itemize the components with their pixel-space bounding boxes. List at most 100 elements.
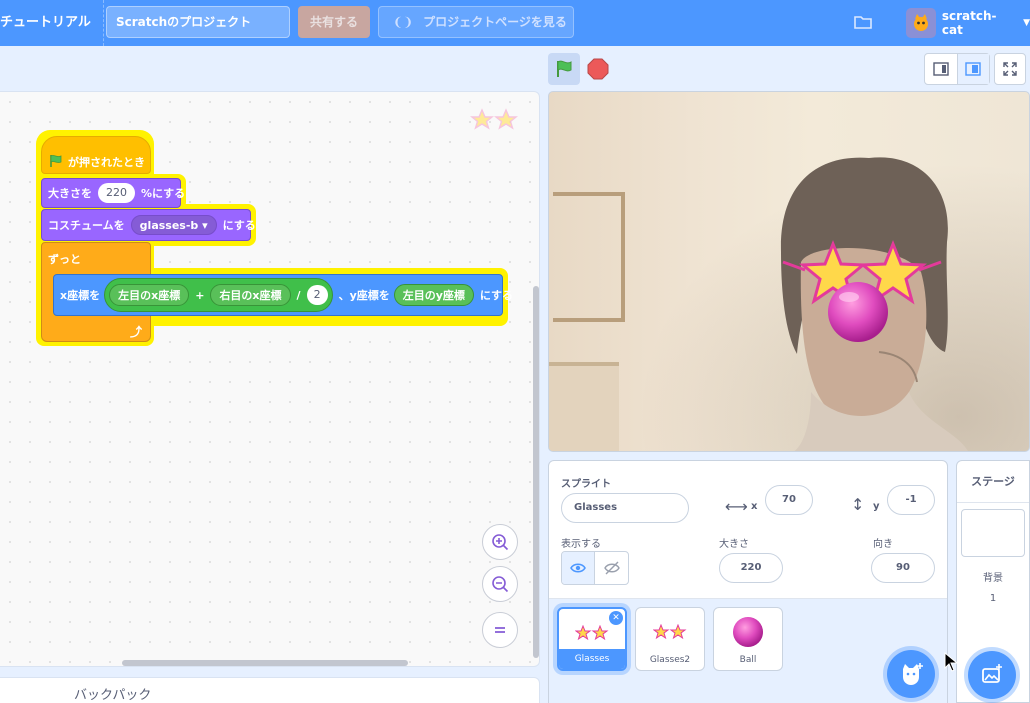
y-arrows-icon: ↕ [851,495,865,514]
forever-label: ずっと [48,253,81,266]
setxy-y-prefix: 、y座標を [338,289,390,302]
eye-icon [570,563,586,573]
eye-off-icon [603,561,620,575]
backdrop-count: 1 [989,593,997,604]
divide-operator-block[interactable]: 左目のx座標 + 右目のx座標 / 2 [104,278,333,312]
sprite-label: スプライト [561,479,611,490]
stage-target-pane[interactable]: ステージ 背景 1 [956,460,1030,703]
project-page-button[interactable]: ❨❩ プロジェクトページを見る [378,6,574,38]
x-input[interactable]: 70 [765,485,813,515]
sprite-list: ✕ Glasses Glasses2 Ball [549,599,947,703]
backpack-label: バックパック [74,688,152,703]
green-flag-icon [557,60,572,77]
fullscreen-button[interactable] [994,53,1026,85]
loop-arrow-icon: ⤴ [130,325,143,339]
backdrop-add-icon [982,664,1002,683]
show-button[interactable] [562,552,596,584]
sprite-tile-ball[interactable]: Ball [713,607,783,671]
divide-operator: / [296,288,301,302]
when-flag-clicked-block[interactable]: が押されたとき [41,136,151,174]
setxy-x-prefix: x座標を [60,289,101,302]
x-label: x [751,501,758,512]
size-input[interactable]: 220 [719,553,783,583]
green-flag-button[interactable] [548,53,580,85]
zoom-out-icon [492,576,509,593]
sprite-name: Glasses [559,649,625,669]
large-stage-icon [965,62,982,76]
large-stage-button[interactable] [956,54,989,84]
mouse-cursor-icon [944,652,958,672]
left-eye-x-reporter[interactable]: 左目のx座標 [109,284,190,306]
username: scratch-cat [941,9,997,37]
vertical-scrollbar[interactable] [533,286,539,658]
glasses-thumbnail [559,615,625,651]
project-page-label: プロジェクトページを見る [423,15,567,29]
ball-thumbnail [714,614,782,650]
small-stage-button[interactable] [925,54,957,84]
backdrop-label: 背景 [983,573,1003,584]
x-arrows-icon: ⟷ [725,497,748,516]
plus-operator: + [195,288,205,302]
event-label: が押されたとき [68,156,145,169]
set-size-prefix: 大きさを [48,187,92,200]
stage-pane-title: ステージ [957,461,1029,503]
equals-icon [495,627,505,633]
size-input[interactable]: 220 [98,183,135,203]
switch-costume-block[interactable]: コスチュームを glasses-b ▾ にする [41,209,256,241]
sprite-name: Ball [739,655,757,665]
show-label: 表示する [561,539,601,550]
hide-button[interactable] [595,552,628,584]
account-menu[interactable]: scratch-cat ▼ [906,7,1030,39]
stage-canvas[interactable] [548,91,1030,452]
cat-add-icon [903,663,923,685]
project-title-input[interactable]: Scratchのプロジェクト [106,6,290,38]
webcam-person [780,157,968,451]
sprite-name-input[interactable]: Glasses [561,493,689,523]
add-backdrop-button[interactable] [968,651,1016,699]
share-button[interactable]: 共有する [298,6,370,38]
see-project-icon: ❨❩ [393,15,414,29]
direction-input[interactable]: 90 [871,553,935,583]
y-input[interactable]: -1 [887,485,935,515]
y-label: y [873,501,880,512]
sprite-tile-glasses[interactable]: ✕ Glasses [557,607,627,671]
fullscreen-icon [1003,62,1017,76]
code-area[interactable]: が押されたとき 大きさを 220 %にする コスチュームを glasses-b … [0,91,540,667]
small-stage-icon [933,62,949,76]
costume-suffix: にする [222,219,256,232]
divisor-input[interactable]: 2 [306,285,328,305]
chevron-down-icon: ▼ [1023,18,1030,28]
sprite-info: スプライト Glasses ⟷ x 70 ↕ y -1 表示する 大きさ 220… [549,461,947,599]
sprite-name: Glasses2 [649,655,691,665]
costume-dropdown[interactable]: glasses-b ▾ [130,215,217,235]
glasses2-thumbnail [636,614,704,650]
set-size-suffix: %にする [141,187,186,200]
sprite-tile-glasses2[interactable]: Glasses2 [635,607,705,671]
set-size-block[interactable]: 大きさを 220 %にする [41,178,185,208]
backpack-panel[interactable]: バックパック [0,677,540,703]
horizontal-scrollbar[interactable] [122,660,408,666]
go-to-xy-block[interactable]: x座標を 左目のx座標 + 右目のx座標 / 2 、y座標を 左目のy座標 にす… [53,274,513,316]
folder-icon[interactable] [852,11,874,33]
stop-button[interactable] [582,53,614,85]
visibility-toggle [561,551,629,585]
right-eye-x-reporter[interactable]: 右目のx座標 [210,284,291,306]
direction-label: 向き [873,539,893,550]
avatar [906,8,936,38]
stage-size-toggle [924,53,990,85]
zoom-in-button[interactable] [482,524,518,560]
setxy-suffix: にする [479,289,514,302]
stop-icon [587,58,609,80]
zoom-out-button[interactable] [482,566,518,602]
sprite-pane: スプライト Glasses ⟷ x 70 ↕ y -1 表示する 大きさ 220… [548,460,948,703]
menu-bar: チュートリアル Scratchのプロジェクト 共有する ❨❩ プロジェクトページを… [0,0,1030,46]
zoom-reset-button[interactable] [482,612,518,648]
add-sprite-button[interactable] [887,650,935,698]
green-flag-icon [48,154,64,171]
backdrop-thumbnail[interactable] [961,509,1025,557]
left-eye-y-reporter[interactable]: 左目のy座標 [393,284,474,306]
tutorials-menu[interactable]: チュートリアル [0,0,104,46]
zoom-in-icon [492,534,509,551]
current-sprite-thumbnail [470,108,520,134]
ball-sprite[interactable] [828,282,888,342]
